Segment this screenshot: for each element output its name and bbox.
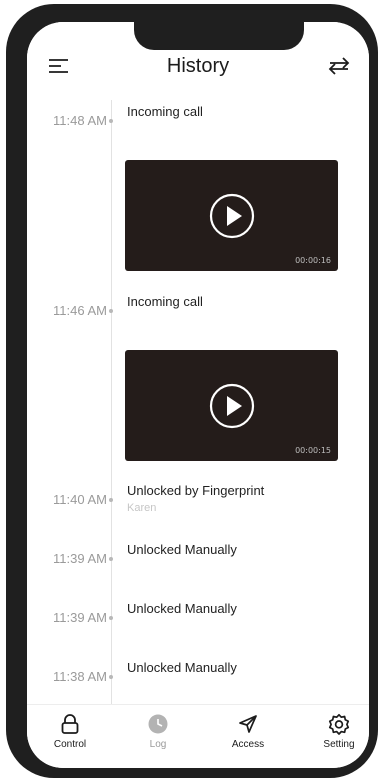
video-thumbnail[interactable]: 00:00:15 <box>125 350 338 461</box>
entry-label: Incoming call <box>127 294 203 309</box>
nav-label: Access <box>231 739 265 750</box>
timeline-dot <box>109 498 113 502</box>
timeline-dot <box>109 119 113 123</box>
entry-label: Unlocked Manually <box>127 542 237 557</box>
video-thumbnail[interactable]: 00:00:16 <box>125 160 338 271</box>
lock-icon <box>61 714 79 734</box>
screen: History 11:48 AM Incoming call 00:00:16 <box>27 22 369 768</box>
entry-time: 11:48 AM <box>53 113 107 128</box>
bottom-nav: Control Log Access Setting <box>27 704 369 768</box>
timeline-dot <box>109 616 113 620</box>
page-title: History <box>166 55 230 77</box>
play-icon[interactable] <box>209 193 255 239</box>
nav-label: Log <box>149 739 167 750</box>
entry-label: Unlocked by Fingerprint <box>127 483 265 498</box>
swap-icon[interactable] <box>327 55 351 77</box>
clock-icon <box>148 714 168 734</box>
timeline-line <box>111 100 112 712</box>
phone-frame: History 11:48 AM Incoming call 00:00:16 <box>6 4 378 778</box>
video-duration: 00:00:15 <box>295 446 331 455</box>
entry-time: 11:40 AM <box>53 492 107 507</box>
play-icon[interactable] <box>209 383 255 429</box>
nav-item-log[interactable]: Log <box>123 713 193 763</box>
timeline-dot <box>109 309 113 313</box>
entry-time: 11:39 AM <box>53 610 107 625</box>
gear-icon <box>328 713 350 735</box>
entry-time: 11:38 AM <box>53 669 107 684</box>
nav-label: Setting <box>323 739 355 750</box>
send-icon <box>239 715 257 733</box>
notch <box>134 22 304 50</box>
entry-label: Incoming call <box>127 104 203 119</box>
nav-item-control[interactable]: Control <box>35 713 105 763</box>
timeline-dot <box>109 675 113 679</box>
nav-item-setting[interactable]: Setting <box>304 713 369 763</box>
entry-label: Unlocked Manually <box>127 601 237 616</box>
timeline-dot <box>109 557 113 561</box>
entry-time: 11:39 AM <box>53 551 107 566</box>
entry-user: Karen <box>127 502 157 514</box>
entry-time: 11:46 AM <box>53 303 107 318</box>
nav-item-access[interactable]: Access <box>213 713 283 763</box>
nav-label: Control <box>53 739 87 750</box>
video-duration: 00:00:16 <box>295 256 331 265</box>
entry-label: Unlocked Manually <box>127 660 237 675</box>
